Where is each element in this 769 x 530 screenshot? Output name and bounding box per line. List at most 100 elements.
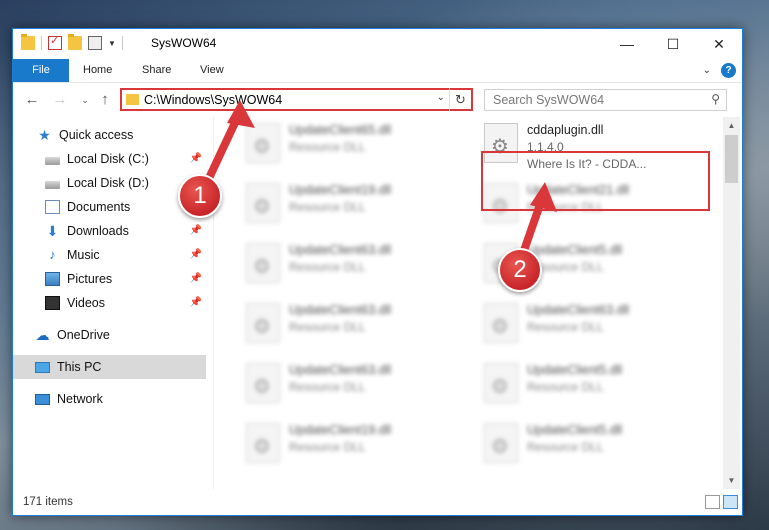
dll-file-icon xyxy=(484,423,518,463)
tiles-view-icon[interactable] xyxy=(723,495,738,509)
recent-locations-dropdown-icon[interactable]: ⌄ xyxy=(76,95,94,106)
videos-icon xyxy=(45,296,60,310)
tab-share[interactable]: Share xyxy=(142,59,171,82)
pin-icon: 📌 xyxy=(189,297,202,308)
file-type: Resource DLL xyxy=(527,380,604,394)
pin-icon: 📌 xyxy=(189,153,202,164)
customize-toolbar-dropdown-icon[interactable]: ▼ xyxy=(108,39,116,48)
nav-item-label: Local Disk (D:) xyxy=(67,176,149,190)
properties-check-icon[interactable] xyxy=(48,34,62,50)
ribbon-tabs: File Home Share View ⌄ ? xyxy=(13,59,742,83)
nav-item-label: Network xyxy=(57,392,103,406)
address-path[interactable]: C:\Windows\SysWOW64 xyxy=(144,93,282,107)
cloud-icon: ☁ xyxy=(35,327,50,343)
file-explorer-window: ▼ SysWOW64 — ☐ ✕ File Home Share View ⌄ … xyxy=(12,28,743,516)
dll-file-icon xyxy=(246,183,280,223)
file-type: Resource DLL xyxy=(527,440,604,454)
file-type: Resource DLL xyxy=(289,140,366,154)
nav-local-disk-c[interactable]: Local Disk (C:) 📌 xyxy=(13,147,206,171)
nav-item-label: This PC xyxy=(57,360,102,374)
folder-icon xyxy=(126,94,139,105)
file-name: UpdateClient63.dll xyxy=(289,243,392,257)
computer-icon xyxy=(35,361,50,373)
file-name: UpdateClient5.dll xyxy=(527,423,623,437)
callout-badge-one: 1 xyxy=(178,174,222,218)
quick-access-toolbar: ▼ xyxy=(21,34,123,50)
status-bar: 171 items xyxy=(13,491,742,515)
star-icon: ★ xyxy=(38,127,51,143)
expand-ribbon-chevron-icon[interactable]: ⌄ xyxy=(703,65,711,76)
window-title: SysWOW64 xyxy=(151,36,217,50)
file-name: UpdateClient63.dll xyxy=(527,303,630,317)
file-tile[interactable]: UpdateClient19.dll Resource DLL xyxy=(238,417,468,473)
dll-file-icon xyxy=(246,423,280,463)
nav-item-label: Music xyxy=(67,248,100,262)
nav-videos[interactable]: Videos 📌 xyxy=(13,291,206,315)
search-input[interactable]: Search SysWOW64 ⚲ xyxy=(484,89,727,111)
nav-this-pc[interactable]: This PC xyxy=(13,355,206,379)
address-row: ← → ⌄ ↑ C:\Windows\SysWOW64 ⌄ ↻ Search S… xyxy=(13,85,742,117)
nav-network[interactable]: Network xyxy=(13,387,206,411)
refresh-icon[interactable]: ↻ xyxy=(449,88,471,111)
nav-documents[interactable]: Documents 📌 xyxy=(13,195,206,219)
file-tile[interactable]: UpdateClient63.dll Resource DLL xyxy=(238,357,468,413)
file-type: Resource DLL xyxy=(527,320,604,334)
file-type: Resource DLL xyxy=(289,320,366,334)
file-type: Resource DLL xyxy=(289,380,366,394)
up-button[interactable]: ↑ xyxy=(96,91,114,108)
network-icon xyxy=(35,393,50,405)
address-bar[interactable]: C:\Windows\SysWOW64 ⌄ ↻ xyxy=(120,88,473,111)
file-name: UpdateClient63.dll xyxy=(289,363,392,377)
nav-item-label: Pictures xyxy=(67,272,113,286)
download-icon: ⬇ xyxy=(46,223,59,239)
file-tile[interactable]: UpdateClient65.dll Resource DLL xyxy=(238,117,468,173)
details-view-icon[interactable] xyxy=(705,495,720,509)
nav-onedrive[interactable]: ☁ OneDrive xyxy=(13,323,206,347)
dll-file-icon xyxy=(246,363,280,403)
scroll-down-arrow-icon[interactable]: ▼ xyxy=(723,472,740,489)
file-tile[interactable]: UpdateClient5.dll Resource DLL xyxy=(476,357,706,413)
file-type: Resource DLL xyxy=(289,260,366,274)
search-placeholder: Search SysWOW64 xyxy=(493,93,605,107)
file-tile[interactable]: UpdateClient63.dll Resource DLL xyxy=(238,237,468,293)
nav-item-label: OneDrive xyxy=(57,328,110,342)
nav-local-disk-d[interactable]: Local Disk (D:) xyxy=(13,171,206,195)
nav-downloads[interactable]: ⬇ Downloads 📌 xyxy=(13,219,206,243)
nav-pictures[interactable]: Pictures 📌 xyxy=(13,267,206,291)
pane-divider[interactable] xyxy=(213,117,214,489)
forward-button[interactable]: → xyxy=(51,91,69,108)
close-button[interactable]: ✕ xyxy=(696,29,742,59)
nav-quick-access[interactable]: ★ Quick access xyxy=(13,123,206,147)
tab-home[interactable]: Home xyxy=(83,59,112,82)
file-tile[interactable]: UpdateClient63.dll Resource DLL xyxy=(476,297,706,353)
dll-file-icon xyxy=(246,303,280,343)
file-list: UpdateClient65.dll Resource DLL UpdateCl… xyxy=(216,117,723,489)
dll-file-icon xyxy=(246,123,280,163)
search-icon[interactable]: ⚲ xyxy=(711,92,720,106)
tab-view[interactable]: View xyxy=(200,59,224,82)
scroll-up-arrow-icon[interactable]: ▲ xyxy=(723,117,740,134)
nav-item-label: Local Disk (C:) xyxy=(67,152,149,166)
nav-music[interactable]: ♪ Music 📌 xyxy=(13,243,206,267)
file-tile[interactable]: UpdateClient19.dll Resource DLL xyxy=(238,177,468,233)
view-properties-icon[interactable] xyxy=(88,36,102,50)
folder-icon xyxy=(21,34,35,50)
pictures-icon xyxy=(45,272,60,286)
vertical-scrollbar[interactable]: ▲ ▼ xyxy=(723,117,740,489)
maximize-button[interactable]: ☐ xyxy=(650,29,696,59)
file-tile[interactable]: UpdateClient5.dll Resource DLL xyxy=(476,417,706,473)
back-button[interactable]: ← xyxy=(23,91,41,108)
tab-file[interactable]: File xyxy=(13,59,69,82)
ribbon-right-controls: ⌄ ? xyxy=(703,63,736,78)
help-icon[interactable]: ? xyxy=(721,63,736,78)
navigation-pane: ★ Quick access Local Disk (C:) 📌 Local D… xyxy=(13,121,206,489)
pin-icon: 📌 xyxy=(189,249,202,260)
scroll-thumb[interactable] xyxy=(725,135,738,183)
file-tile[interactable]: UpdateClient63.dll Resource DLL xyxy=(238,297,468,353)
file-name: UpdateClient5.dll xyxy=(527,363,623,377)
nav-item-label: Downloads xyxy=(67,224,129,238)
new-folder-icon[interactable] xyxy=(68,34,82,50)
dll-file-icon xyxy=(246,243,280,283)
minimize-button[interactable]: — xyxy=(604,29,650,59)
address-dropdown-icon[interactable]: ⌄ xyxy=(437,92,445,103)
